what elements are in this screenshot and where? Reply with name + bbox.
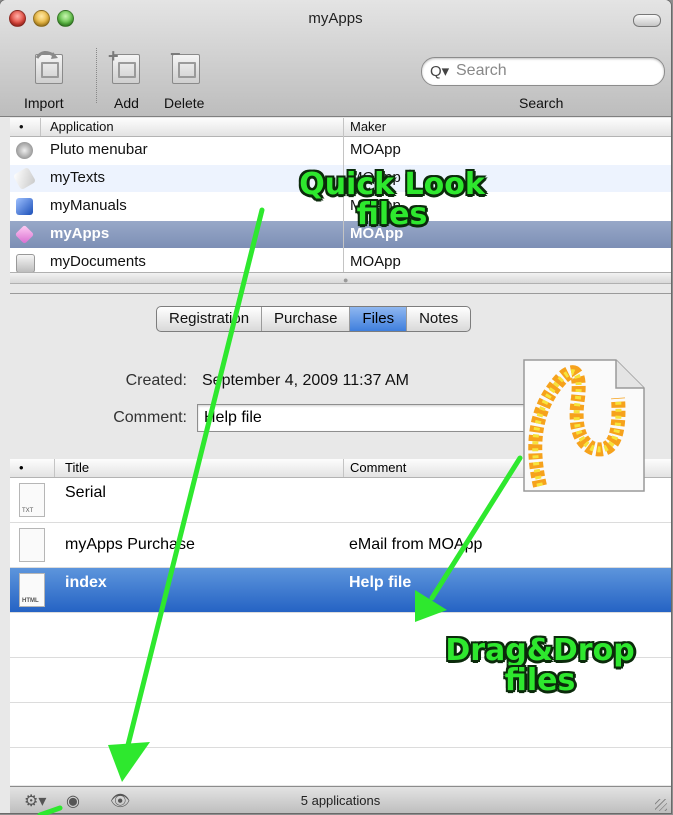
- maker-column-header[interactable]: Maker: [350, 119, 386, 134]
- plus-icon: +: [108, 46, 119, 66]
- file-title: Serial: [65, 484, 106, 501]
- pluto-icon: [16, 142, 33, 159]
- comment-input[interactable]: [202, 408, 526, 428]
- app-name: myDocuments: [50, 253, 146, 270]
- delete-label[interactable]: Delete: [164, 95, 204, 111]
- created-label: Created:: [125, 372, 187, 389]
- detail-tabs: Registration Purchase Files Notes: [156, 306, 472, 332]
- file-title: index: [65, 574, 107, 591]
- empty-row: [10, 703, 671, 748]
- title-column-header[interactable]: Title: [65, 460, 89, 475]
- import-button[interactable]: [29, 48, 65, 84]
- search-icon: Q▾: [430, 63, 450, 80]
- comment-column-header[interactable]: Comment: [350, 460, 406, 475]
- delete-button[interactable]: −: [166, 44, 202, 84]
- app-maker: MOApp: [350, 253, 401, 270]
- mymanuals-icon: [16, 198, 33, 215]
- search-input[interactable]: [454, 61, 648, 81]
- html-file-icon: HTML: [19, 573, 45, 607]
- search-label: Search: [519, 95, 564, 111]
- files-table[interactable]: • Title Comment TXT Serial myApps Purcha…: [10, 459, 671, 793]
- quicklook-annotation: Quick Look files: [292, 170, 492, 230]
- add-label[interactable]: Add: [114, 95, 139, 111]
- myapps-icon: [14, 224, 35, 245]
- file-type-label: TXT: [22, 508, 34, 514]
- window-title: myApps: [308, 10, 363, 27]
- app-name: myTexts: [50, 169, 106, 186]
- file-row-selected[interactable]: HTML index Help file: [10, 568, 671, 613]
- toolbar-toggle-button[interactable]: [633, 14, 661, 27]
- email-file-icon: [19, 528, 45, 562]
- search-field[interactable]: Q▾: [421, 57, 665, 86]
- tab-purchase[interactable]: Purchase: [262, 307, 351, 331]
- tab-notes[interactable]: Notes: [407, 307, 470, 331]
- comment-label: Comment:: [113, 409, 187, 426]
- app-name: Pluto menubar: [50, 141, 148, 158]
- tab-registration[interactable]: Registration: [157, 307, 263, 331]
- dragdrop-annotation-line1: Drag&Drop: [445, 633, 635, 668]
- toolbar-separator: [96, 48, 97, 103]
- quicklook-annotation-line1: Quick Look: [299, 167, 485, 202]
- status-bar: ⚙▾ ◉ 👁 5 applications: [10, 786, 671, 813]
- app-name: myApps: [50, 225, 110, 242]
- file-title: myApps Purchase: [65, 536, 195, 553]
- file-comment: Help file: [349, 574, 412, 591]
- quicklook-annotation-line2: files: [356, 197, 428, 232]
- html-document-preview-icon: [523, 359, 645, 492]
- txt-file-icon: TXT: [19, 483, 45, 517]
- comment-field[interactable]: [197, 404, 529, 432]
- mytexts-icon: [12, 166, 37, 191]
- status-text: 5 applications: [300, 793, 381, 808]
- dragdrop-annotation-line2: files: [504, 663, 576, 698]
- tab-files[interactable]: Files: [350, 307, 408, 331]
- split-view-divider[interactable]: ●: [10, 272, 671, 285]
- applications-table-header: • Application Maker: [10, 118, 671, 137]
- app-name: myManuals: [50, 197, 127, 214]
- file-row[interactable]: myApps Purchase eMail from MOApp: [10, 523, 671, 568]
- title-toolbar: myApps Import + Add − Delete Q▾ Search: [0, 0, 671, 117]
- bullet-column-header[interactable]: •: [19, 119, 24, 134]
- file-type-label: HTML: [22, 598, 39, 604]
- add-button[interactable]: +: [106, 46, 142, 84]
- table-row[interactable]: Pluto menubar MOApp: [10, 137, 671, 165]
- minus-icon: −: [170, 44, 181, 64]
- import-label[interactable]: Import: [24, 95, 64, 111]
- file-comment: eMail from MOApp: [349, 536, 483, 553]
- bullet-column-header[interactable]: •: [19, 460, 24, 475]
- created-value: September 4, 2009 11:37 AM: [202, 372, 409, 389]
- app-maker: MOApp: [350, 141, 401, 158]
- resize-grip[interactable]: [655, 799, 667, 811]
- application-column-header[interactable]: Application: [50, 119, 114, 134]
- mydocuments-icon: [16, 254, 35, 273]
- dragdrop-annotation: Drag&Drop files: [440, 636, 640, 696]
